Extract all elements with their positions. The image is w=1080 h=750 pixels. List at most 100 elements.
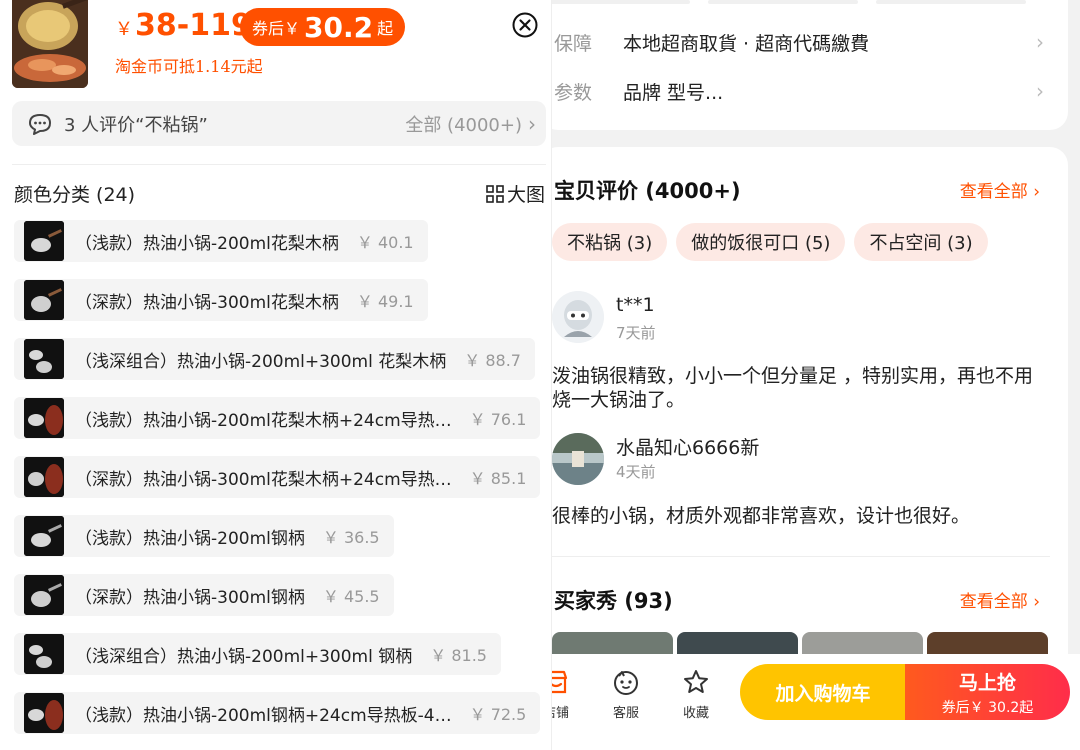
color-category-title: 颜色分类 (24) (14, 184, 136, 206)
sku-price: ￥ 40.1 (356, 233, 414, 252)
service-label: 客服 (612, 706, 639, 721)
sku-option[interactable]: （深款）热油小锅-300ml钢柄 ￥ 45.5 (14, 574, 394, 616)
review-tag[interactable]: 不粘锅 (3) (552, 223, 668, 261)
customer-service-icon (614, 671, 638, 695)
sku-thumbnail (24, 693, 64, 733)
buy-now-button[interactable]: 马上抢 券后￥ 30.2起 (905, 664, 1070, 720)
review-time: 7天前 (616, 324, 656, 342)
sku-thumbnail (24, 634, 64, 674)
big-image-toggle[interactable]: 大图 (486, 180, 545, 207)
chevron-right-icon: › (528, 111, 536, 136)
review-summary-bar[interactable]: 3 人评价“不粘锅” 全部 (4000+) › (12, 101, 546, 146)
sku-option[interactable]: （浅款）热油小锅-200ml花梨木柄 ￥ 40.1 (14, 220, 428, 262)
favorite-label: 收藏 (682, 706, 709, 721)
top-divider-right (876, 0, 1026, 4)
review-all-count: 全部 (4000+) (405, 114, 522, 136)
sku-name: （浅款）热油小锅-200ml花梨木柄+24cm导热… (75, 410, 452, 431)
guarantee-label: 保障 (554, 32, 593, 55)
review-text: 很棒的小锅，材质外观都非常喜欢，设计也很好。 (552, 505, 971, 527)
coin-discount-note: 淘金币可抵1.14元起 (115, 57, 263, 76)
grid-icon (486, 184, 504, 203)
review-item[interactable]: 水晶知心6666新 4天前 很棒的小锅，材质外观都非常喜欢，设计也很好。 (552, 433, 1052, 533)
close-icon[interactable] (512, 12, 538, 38)
sku-price: ￥ 49.1 (356, 292, 414, 311)
review-tags: 不粘锅 (3) 做的饭很可口 (5) 不占空间 (3) (552, 223, 988, 261)
sku-thumbnail (24, 221, 64, 261)
add-to-cart-button[interactable]: 加入购物车 (740, 664, 906, 720)
review-time: 4天前 (616, 463, 656, 481)
sku-option[interactable]: （浅款）热油小锅-200ml钢柄+24cm导热板-4… ￥ 72.5 (14, 692, 541, 734)
buy-now-coupon-price: 券后￥ 30.2起 (941, 699, 1034, 716)
sku-name: （浅深组合）热油小锅-200ml+300ml 钢柄 (75, 646, 413, 667)
sku-name: （深款）热油小锅-300ml花梨木柄+24cm导热… (75, 469, 452, 490)
sku-price: ￥ 72.5 (469, 705, 527, 724)
sku-price: ￥ 88.7 (464, 351, 521, 370)
sku-name: （浅深组合）热油小锅-200ml+300ml 花梨木柄 (75, 351, 447, 372)
guarantee-row[interactable]: 保障 本地超商取貨 · 超商代碼繳費 › (540, 20, 1060, 64)
reviews-see-all-link[interactable]: 查看全部 › (960, 177, 1040, 202)
sku-thumbnail (24, 339, 64, 379)
service-card: 保障 本地超商取貨 · 超商代碼繳費 › 参数 品牌 型号... › (540, 0, 1068, 130)
sku-option[interactable]: （浅深组合）热油小锅-200ml+300ml 钢柄 ￥ 81.5 (14, 633, 501, 675)
buyer-show-see-all-link[interactable]: 查看全部 › (960, 587, 1040, 612)
reviewer-name: 水晶知心6666新 (616, 437, 760, 459)
coupon-label: 券后￥ (252, 19, 301, 38)
star-icon (684, 670, 708, 693)
product-thumbnail[interactable] (12, 0, 88, 88)
sku-option[interactable]: （浅深组合）热油小锅-200ml+300ml 花梨木柄 ￥ 88.7 (14, 338, 535, 380)
sku-price: ￥ 76.1 (469, 410, 527, 429)
params-value: 品牌 型号... (623, 81, 724, 104)
chat-bubble-icon (29, 113, 51, 135)
favorite-button[interactable]: 收藏 (671, 668, 721, 721)
avatar (552, 291, 604, 343)
coupon-price: 30.2 (304, 10, 374, 44)
sku-thumbnail (24, 398, 64, 438)
sku-thumbnail (24, 457, 64, 497)
review-tag[interactable]: 不占空间 (3) (854, 223, 988, 261)
sku-price: ￥ 36.5 (322, 528, 380, 547)
sku-name: （深款）热油小锅-300ml花梨木柄 (75, 292, 339, 313)
sku-option[interactable]: （深款）热油小锅-300ml花梨木柄 ￥ 49.1 (14, 279, 428, 321)
params-row[interactable]: 参数 品牌 型号... › (540, 69, 1060, 113)
app-root: 保障 本地超商取貨 · 超商代碼繳費 › 参数 品牌 型号... › 宝贝评价 … (0, 0, 1080, 750)
sku-name: （浅款）热油小锅-200ml钢柄+24cm导热板-4… (75, 705, 452, 726)
sku-selection-sheet: ￥ 38-119 券后￥ 30.2 起 淘金币可抵1.14元起 3 人评价“不粘… (0, 0, 552, 750)
sku-name: （浅款）热油小锅-200ml花梨木柄 (75, 233, 339, 254)
top-divider-mid (708, 0, 858, 4)
reviewer-name: t**1 (616, 294, 655, 316)
sku-thumbnail (24, 280, 64, 320)
chevron-right-icon: › (1036, 30, 1044, 54)
buy-now-label: 马上抢 (958, 671, 1016, 694)
sku-name: （深款）热油小锅-300ml钢柄 (75, 587, 305, 608)
price-range: ￥ 38-119 (115, 8, 252, 43)
service-button[interactable]: 客服 (601, 668, 651, 721)
sku-price: ￥ 85.1 (469, 469, 527, 488)
top-divider-left (540, 0, 690, 4)
params-label: 参数 (554, 81, 593, 104)
section-divider (552, 556, 1050, 557)
review-item[interactable]: t**1 7天前 泼油锅很精致，小小一个但分量足 ，特别实用，再也不用烧一大锅油… (552, 291, 1052, 421)
big-image-label: 大图 (507, 184, 546, 206)
avatar (552, 433, 604, 485)
price-range-value: 38-119 (135, 8, 252, 43)
divider (12, 164, 546, 165)
sku-option[interactable]: （深款）热油小锅-300ml花梨木柄+24cm导热… ￥ 85.1 (14, 456, 541, 498)
sku-option[interactable]: （浅款）热油小锅-200ml钢柄 ￥ 36.5 (14, 515, 394, 557)
currency-symbol: ￥ (115, 19, 133, 40)
sku-price: ￥ 45.5 (322, 587, 380, 606)
review-text: 泼油锅很精致，小小一个但分量足 ，特别实用，再也不用烧一大锅油了。 (552, 365, 1034, 411)
sku-thumbnail (24, 575, 64, 615)
buyer-show-title: 买家秀 (93) (554, 589, 673, 613)
bottom-action-bar: 店铺 客服 收藏 加入购物车 马上抢 券后￥ 30.2起 (525, 654, 1080, 750)
sku-option[interactable]: （浅款）热油小锅-200ml花梨木柄+24cm导热… ￥ 76.1 (14, 397, 541, 439)
review-tag[interactable]: 做的饭很可口 (5) (676, 223, 846, 261)
review-hint-text: 3 人评价“不粘锅” (64, 114, 208, 136)
coupon-price-badge: 券后￥ 30.2 起 (240, 8, 406, 46)
guarantee-value: 本地超商取貨 · 超商代碼繳費 (623, 32, 870, 55)
product-detail-page: 保障 本地超商取貨 · 超商代碼繳費 › 参数 品牌 型号... › 宝贝评价 … (540, 0, 1080, 750)
reviews-title: 宝贝评价 (4000+) (554, 179, 741, 203)
sku-price: ￥ 81.5 (430, 646, 487, 665)
coupon-suffix: 起 (377, 19, 394, 38)
chevron-right-icon: › (1036, 79, 1044, 103)
sku-thumbnail (24, 516, 64, 556)
